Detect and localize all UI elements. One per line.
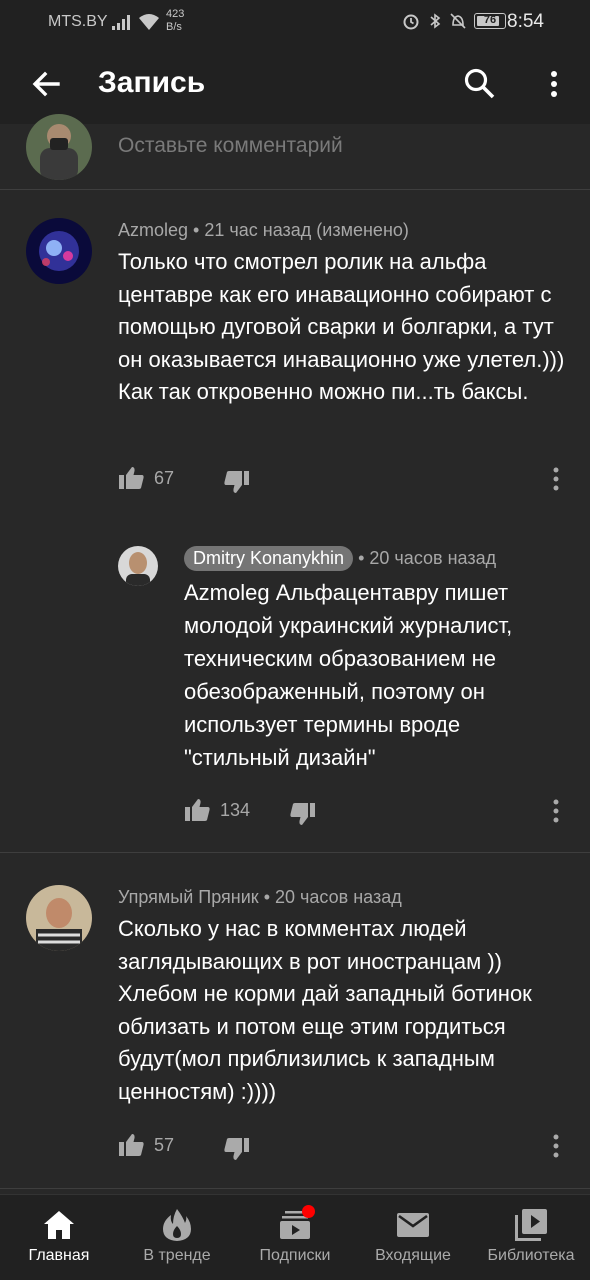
notification-badge bbox=[302, 1205, 315, 1218]
author-avatar[interactable] bbox=[26, 885, 92, 951]
comment-actions: 57 bbox=[118, 1131, 578, 1163]
comment-input[interactable]: Оставьте комментарий bbox=[118, 134, 343, 158]
thumbs-down-icon[interactable] bbox=[222, 468, 250, 496]
comment-text: Только что смотрел ролик на альфа центав… bbox=[118, 249, 565, 404]
more-vert-icon[interactable] bbox=[548, 796, 564, 826]
bottom-nav: Главная В тренде Подписки Входящие Библи… bbox=[0, 1194, 590, 1280]
meta-separator: • bbox=[193, 220, 200, 240]
comment-author[interactable]: Упрямый Пряник bbox=[118, 887, 259, 907]
nav-inbox[interactable]: Входящие bbox=[354, 1195, 472, 1280]
like-count: 134 bbox=[220, 800, 251, 820]
nav-label: Входящие bbox=[375, 1247, 451, 1264]
author-avatar[interactable] bbox=[26, 218, 92, 284]
nav-home[interactable]: Главная bbox=[0, 1195, 118, 1280]
alarm-icon bbox=[403, 14, 419, 30]
nav-library[interactable]: Библиотека bbox=[472, 1195, 590, 1280]
bluetooth-icon bbox=[430, 13, 441, 29]
library-icon bbox=[515, 1209, 547, 1241]
comment-author-chip[interactable]: Dmitry Konanykhin bbox=[184, 546, 354, 571]
nav-label: Библиотека bbox=[487, 1247, 575, 1264]
clock: 8:54 bbox=[507, 11, 544, 32]
thumbs-down-icon[interactable] bbox=[288, 800, 316, 828]
fire-icon bbox=[163, 1209, 191, 1241]
home-icon bbox=[44, 1211, 74, 1239]
comment-meta: Dmitry Konanykhin • 20 часов назад bbox=[184, 546, 496, 571]
reply-item: Dmitry Konanykhin • 20 часов назад Azmol… bbox=[0, 546, 590, 836]
comment-text: Сколько у нас в комментах людей заглядыв… bbox=[118, 916, 532, 1104]
speed-value: 423 bbox=[166, 8, 185, 20]
comment-actions: 134 bbox=[184, 796, 578, 828]
meta-separator: • bbox=[263, 887, 270, 907]
user-avatar bbox=[26, 114, 92, 180]
search-icon[interactable] bbox=[462, 66, 498, 102]
signal-icon bbox=[112, 15, 130, 30]
divider bbox=[0, 852, 590, 853]
more-vert-icon[interactable] bbox=[548, 1131, 564, 1161]
battery-icon: 76 bbox=[474, 13, 506, 29]
thumbs-down-icon[interactable] bbox=[222, 1135, 250, 1163]
comment-author[interactable]: Azmoleg bbox=[118, 220, 188, 240]
meta-separator: • bbox=[358, 548, 365, 568]
comment-time: 21 час назад (изменено) bbox=[204, 220, 409, 240]
nav-label: Главная bbox=[28, 1247, 90, 1264]
comment-item: Azmoleg • 21 час назад (изменено) Только… bbox=[0, 218, 590, 518]
more-vert-icon[interactable] bbox=[548, 464, 564, 494]
network-speed: 423 B/s bbox=[166, 8, 184, 34]
add-comment-row[interactable]: Оставьте комментарий bbox=[0, 114, 590, 190]
speed-unit: B/s bbox=[166, 21, 182, 33]
comment-meta: Упрямый Пряник • 20 часов назад bbox=[118, 887, 402, 908]
comment-time: 20 часов назад bbox=[275, 887, 402, 907]
mute-icon bbox=[450, 13, 466, 29]
like-count: 57 bbox=[154, 1135, 175, 1155]
thumbs-up-icon[interactable] bbox=[118, 1131, 146, 1159]
app-bar: Запись bbox=[0, 44, 590, 124]
comment-meta: Azmoleg • 21 час назад (изменено) bbox=[118, 220, 409, 241]
comment-text: Azmoleg Альфацентавру пишет молодой укра… bbox=[184, 580, 513, 770]
thumbs-up-icon[interactable] bbox=[118, 464, 146, 492]
like-count: 67 bbox=[154, 468, 175, 488]
wifi-icon bbox=[139, 14, 159, 30]
carrier-label: MTS.BY bbox=[48, 13, 108, 30]
page-title: Запись bbox=[98, 66, 206, 99]
divider bbox=[0, 1188, 590, 1189]
comment-time: 20 часов назад bbox=[369, 548, 497, 568]
arrow-left-icon[interactable] bbox=[26, 64, 66, 104]
thumbs-up-icon[interactable] bbox=[184, 796, 212, 824]
nav-label: В тренде bbox=[143, 1247, 211, 1264]
comment-actions: 67 bbox=[118, 464, 578, 496]
nav-subscriptions[interactable]: Подписки bbox=[236, 1195, 354, 1280]
more-vert-icon[interactable] bbox=[542, 64, 566, 104]
nav-label: Подписки bbox=[259, 1247, 331, 1264]
mail-icon bbox=[397, 1213, 429, 1237]
battery-level: 76 bbox=[483, 14, 497, 26]
author-avatar[interactable] bbox=[118, 546, 158, 586]
status-bar: MTS.BY 423 B/s 76 8:54 bbox=[0, 0, 590, 44]
comment-item: Упрямый Пряник • 20 часов назад Сколько … bbox=[0, 885, 590, 1175]
nav-trending[interactable]: В тренде bbox=[118, 1195, 236, 1280]
